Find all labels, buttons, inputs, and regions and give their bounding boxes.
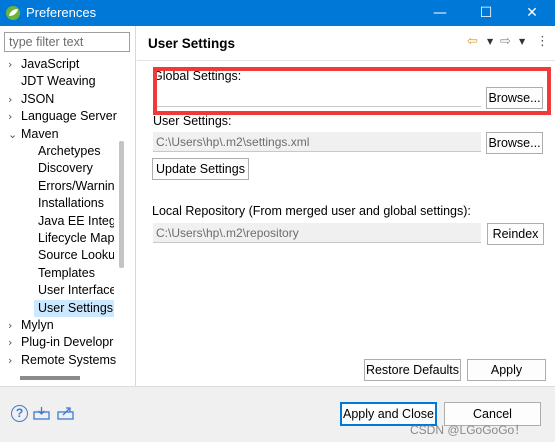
restore-defaults-button[interactable]: Restore Defaults (364, 359, 461, 381)
tree-horizontal-scrollbar[interactable] (20, 376, 80, 380)
chevron-right-icon[interactable]: › (8, 56, 18, 73)
chevron-right-icon[interactable]: › (8, 108, 18, 125)
tree-item[interactable]: › JSON (0, 91, 118, 108)
tree-item-label: Installations (38, 196, 105, 211)
export-icon[interactable] (57, 406, 74, 420)
preferences-tree-pane: ›JavaScriptJDT Weaving›JSON›Language Ser… (0, 26, 136, 386)
tree-item-label: Source Looku (38, 248, 114, 263)
maximize-button[interactable]: ☐ (463, 0, 509, 26)
eclipse-spring-icon (6, 6, 20, 20)
chevron-down-icon[interactable]: ⌄ (8, 126, 18, 143)
user-browse-button[interactable]: Browse... (486, 132, 543, 154)
tree-item[interactable]: Java EE Integra (34, 213, 114, 230)
tree-item-label: Language Server (21, 109, 117, 124)
import-icon[interactable] (33, 406, 50, 420)
dialog-footer: ? Apply and Close Cancel CSDN @LGoGoGo！ (0, 386, 555, 442)
back-dropdown-icon[interactable]: ▼ (487, 37, 493, 46)
tree-item[interactable]: ⌄ Maven (0, 126, 118, 143)
apply-button[interactable]: Apply (467, 359, 546, 381)
chevron-right-icon[interactable]: › (8, 317, 18, 334)
forward-arrow-icon[interactable]: ⇨ (500, 34, 511, 49)
settings-page: User Settings ⇦ ▼ ⇨ ▼ ⋮ Global Settings:… (137, 26, 555, 386)
tree-item[interactable]: › Language Server (0, 108, 118, 125)
close-button[interactable]: ✕ (509, 0, 555, 26)
tree-item[interactable]: Installations (34, 195, 114, 212)
title-bar: Preferences — ☐ ✕ (0, 0, 555, 26)
user-settings-field[interactable] (153, 132, 481, 152)
chevron-right-icon[interactable]: › (8, 334, 18, 351)
tree-item[interactable]: › Mylyn (0, 317, 118, 334)
user-settings-label: User Settings: (153, 114, 232, 128)
tree-item[interactable]: Lifecycle Map (34, 230, 114, 247)
view-menu-icon[interactable]: ⋮ (536, 34, 549, 49)
tree-item-label: User Interface (38, 283, 114, 298)
tree-item[interactable]: › JavaScript (0, 56, 118, 73)
tree-item-label: Java EE Integra (38, 213, 114, 228)
local-repository-label: Local Repository (From merged user and g… (152, 204, 471, 218)
tree-item[interactable]: Source Looku (34, 247, 114, 264)
tree-item[interactable]: Discovery (34, 160, 114, 177)
tree-item-label: Archetypes (38, 144, 101, 158)
tree-item-label: Mylyn (21, 318, 54, 332)
tree-item[interactable]: Templates (34, 265, 114, 282)
tree-item-label: Maven (21, 126, 59, 141)
tree-item-label: JavaScript (21, 57, 80, 71)
tree-item-label: JDT Weaving (21, 74, 96, 89)
tree-item-label: User Settings (38, 300, 114, 315)
local-repository-field[interactable] (153, 223, 481, 243)
tree-item[interactable]: Errors/Warnin (34, 178, 114, 195)
tree-item-label: JSON (21, 91, 55, 106)
tree-item[interactable]: › Remote Systems (0, 352, 118, 369)
update-settings-button[interactable]: Update Settings (152, 158, 249, 180)
tree-item-label: Remote Systems (21, 352, 117, 367)
watermark: CSDN @LGoGoGo！ (410, 423, 527, 437)
back-arrow-icon[interactable]: ⇦ (467, 34, 478, 49)
header-divider (137, 60, 555, 61)
minimize-button[interactable]: — (417, 0, 463, 26)
tree-item[interactable]: Archetypes (34, 143, 114, 160)
tree-item-label: Discovery (38, 161, 93, 176)
chevron-right-icon[interactable]: › (8, 91, 18, 108)
page-title: User Settings (148, 36, 236, 51)
tree-item[interactable]: User Settings (34, 299, 114, 317)
help-icon[interactable]: ? (11, 405, 28, 422)
forward-dropdown-icon[interactable]: ▼ (519, 37, 525, 46)
tree-item[interactable]: JDT Weaving (0, 73, 118, 90)
tree-vertical-scrollbar[interactable] (119, 141, 124, 268)
window-title: Preferences (26, 5, 97, 20)
reindex-button[interactable]: Reindex (487, 223, 544, 245)
tree-item-label: Templates (38, 265, 95, 280)
tree-item[interactable]: › Plug-in Developr (0, 334, 118, 351)
tree-item[interactable]: User Interface (34, 282, 114, 299)
highlight-box (153, 67, 551, 115)
chevron-right-icon[interactable]: › (8, 352, 18, 369)
tree-item-label: Lifecycle Map (38, 231, 114, 245)
tree-item-label: Errors/Warnin (38, 178, 114, 193)
tree-item-label: Plug-in Developr (21, 335, 114, 350)
filter-input[interactable] (4, 32, 130, 52)
